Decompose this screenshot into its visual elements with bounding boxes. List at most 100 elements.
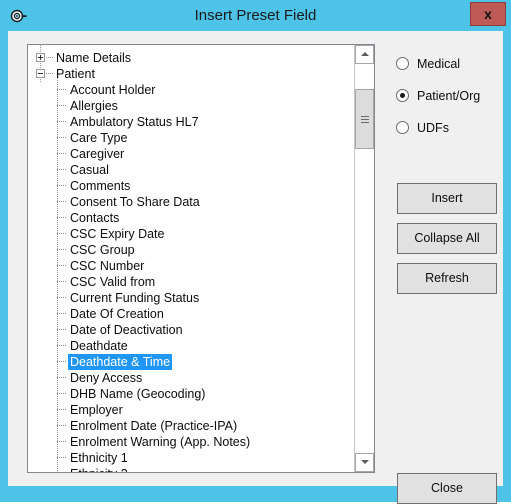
tree-node-label[interactable]: CSC Expiry Date: [68, 226, 166, 242]
tree-connector: [57, 137, 66, 138]
tree-node-label[interactable]: Date of Deactivation: [68, 322, 185, 338]
tree-node[interactable]: Ambulatory Status HL7: [28, 114, 354, 130]
tree-node[interactable]: Care Type: [28, 130, 354, 146]
tree-node-label[interactable]: Ambulatory Status HL7: [68, 114, 201, 130]
tree-node[interactable]: Consent To Share Data: [28, 194, 354, 210]
tree-node-label[interactable]: Consent To Share Data: [68, 194, 202, 210]
tree-node[interactable]: Comments: [28, 178, 354, 194]
tree-connector: [57, 265, 66, 266]
tree-node[interactable]: Date Of Creation: [28, 306, 354, 322]
tree-connector: [57, 105, 66, 106]
collapse-all-button[interactable]: Collapse All: [397, 223, 497, 254]
scroll-up-icon[interactable]: [355, 45, 374, 64]
collapse-node-icon[interactable]: [36, 69, 45, 78]
tree-node[interactable]: CSC Valid from: [28, 274, 354, 290]
tree-node-label[interactable]: Contacts: [68, 210, 121, 226]
insert-button[interactable]: Insert: [397, 183, 497, 214]
tree-connector: [57, 153, 66, 154]
tree-node-label[interactable]: CSC Number: [68, 258, 146, 274]
expand-node-icon[interactable]: [36, 53, 45, 62]
tree-rows-container: Name Details Patient Account Holder Allergi…: [28, 45, 354, 472]
tree-node-label[interactable]: Care Type: [68, 130, 129, 146]
tree-node[interactable]: Deathdate: [28, 338, 354, 354]
tree-scrollbar[interactable]: [354, 45, 374, 472]
tree-node[interactable]: CSC Expiry Date: [28, 226, 354, 242]
tree-node-label[interactable]: Name Details: [54, 50, 133, 66]
tree-connector: [57, 89, 66, 90]
tree-node-label[interactable]: Deathdate: [68, 338, 130, 354]
tree-connector: [57, 425, 66, 426]
preset-field-tree[interactable]: Name Details Patient Account Holder Allergi…: [27, 44, 375, 473]
tree-node[interactable]: Current Funding Status: [28, 290, 354, 306]
tree-connector: [57, 457, 66, 458]
tree-connector: [46, 57, 53, 58]
tree-node-label[interactable]: CSC Group: [68, 242, 137, 258]
tree-node[interactable]: Enrolment Date (Practice-IPA): [28, 418, 354, 434]
tree-node[interactable]: Allergies: [28, 98, 354, 114]
radio-mark[interactable]: [396, 121, 409, 134]
tree-connector: [57, 329, 66, 330]
tree-connector: [57, 409, 66, 410]
scrollbar-thumb[interactable]: [355, 89, 374, 149]
tree-node-label[interactable]: Deny Access: [68, 370, 144, 386]
scroll-down-icon[interactable]: [355, 453, 374, 472]
tree-node-label[interactable]: Enrolment Date (Practice-IPA): [68, 418, 239, 434]
tree-connector: [57, 249, 66, 250]
tree-connector: [57, 281, 66, 282]
radio-mark[interactable]: [396, 89, 409, 102]
radio-label: Medical: [417, 57, 461, 71]
tree-node[interactable]: Contacts: [28, 210, 354, 226]
tree-node-label[interactable]: Patient: [54, 66, 97, 82]
tree-node[interactable]: Account Holder: [28, 82, 354, 98]
radio-mark[interactable]: [396, 57, 409, 70]
tree-node-label[interactable]: Allergies: [68, 98, 120, 114]
tree-connector: [46, 73, 53, 74]
tree-node-label[interactable]: Account Holder: [68, 82, 157, 98]
tree-connector: [57, 185, 66, 186]
close-button[interactable]: Close: [397, 473, 497, 504]
tree-connector: [57, 377, 66, 378]
tree-node[interactable]: Date of Deactivation: [28, 322, 354, 338]
tree-node-label[interactable]: Ethnicity 2: [68, 466, 130, 472]
tree-node[interactable]: CSC Group: [28, 242, 354, 258]
close-window-button[interactable]: x: [470, 2, 506, 26]
insert-preset-field-dialog: Insert Preset Field x Name Details Patien…: [0, 0, 511, 504]
refresh-button[interactable]: Refresh: [397, 263, 497, 294]
title-bar: Insert Preset Field x: [0, 0, 511, 31]
tree-node-label[interactable]: Deathdate & Time: [68, 354, 173, 370]
tree-connector: [57, 345, 66, 346]
tree-connector: [57, 393, 66, 394]
tree-node[interactable]: CSC Number: [28, 258, 354, 274]
tree-node-label[interactable]: Casual: [68, 162, 111, 178]
tree-connector: [57, 297, 66, 298]
tree-node-label[interactable]: Employer: [68, 402, 125, 418]
tree-node[interactable]: Ethnicity 1: [28, 450, 354, 466]
tree-connector: [57, 441, 66, 442]
tree-node-label[interactable]: Caregiver: [68, 146, 126, 162]
tree-node-label[interactable]: Enrolment Warning (App. Notes): [68, 434, 252, 450]
tree-node-label[interactable]: Ethnicity 1: [68, 450, 130, 466]
tree-node[interactable]: Employer: [28, 402, 354, 418]
tree-node[interactable]: DHB Name (Geocoding): [28, 386, 354, 402]
tree-node-label[interactable]: Comments: [68, 178, 132, 194]
tree-node[interactable]: Name Details: [28, 50, 354, 66]
tree-node[interactable]: Deathdate & Time: [28, 354, 354, 370]
tree-node[interactable]: Caregiver: [28, 146, 354, 162]
tree-node-label[interactable]: Current Funding Status: [68, 290, 201, 306]
tree-connector: [57, 169, 66, 170]
tree-node[interactable]: Casual: [28, 162, 354, 178]
tree-node-label[interactable]: Date Of Creation: [68, 306, 166, 322]
radio-label: Patient/Org: [417, 89, 481, 103]
tree-connector: [57, 121, 66, 122]
tree-node[interactable]: Enrolment Warning (App. Notes): [28, 434, 354, 450]
tree-node-label[interactable]: DHB Name (Geocoding): [68, 386, 207, 402]
tree-node[interactable]: Patient: [28, 66, 354, 82]
tree-connector: [57, 217, 66, 218]
tree-node[interactable]: Deny Access: [28, 370, 354, 386]
radio-label: UDFs: [417, 121, 449, 135]
tree-node-label[interactable]: CSC Valid from: [68, 274, 157, 290]
page-title: Insert Preset Field: [194, 7, 317, 24]
tree-connector: [57, 201, 66, 202]
tree-node[interactable]: Ethnicity 2: [28, 466, 354, 472]
dialog-body: Name Details Patient Account Holder Allergi…: [8, 31, 503, 504]
